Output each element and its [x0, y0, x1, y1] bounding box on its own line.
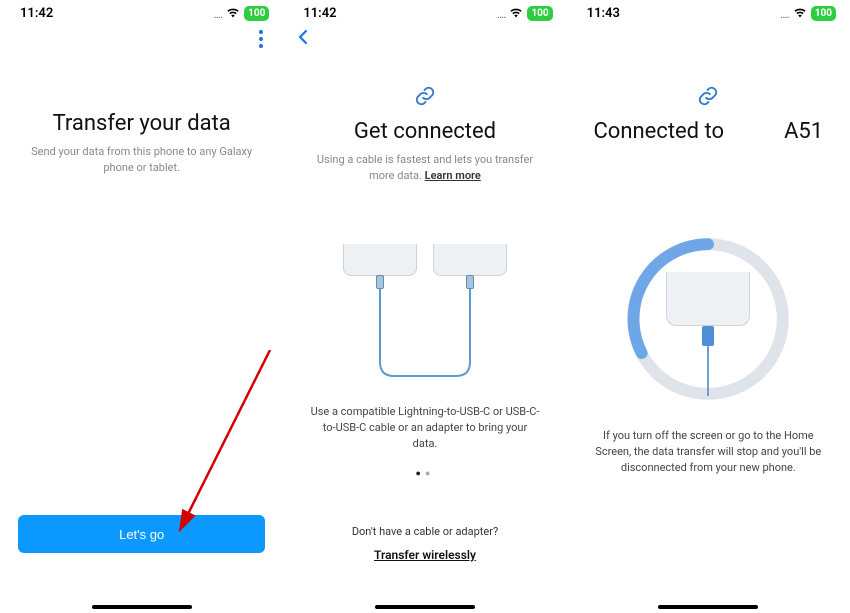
status-time: 11:43 — [587, 6, 620, 21]
page-indicator: ●● — [283, 468, 566, 479]
warning-caption: If you turn off the screen or go to the … — [567, 418, 850, 476]
page-subtitle: Using a cable is fastest and lets you tr… — [283, 144, 566, 184]
app-bar — [0, 23, 283, 55]
connected-device-name: A51 — [784, 119, 823, 144]
status-time: 11:42 — [303, 6, 336, 21]
page-title: Get connected — [283, 119, 566, 144]
page-subtitle: Send your data from this phone to any Ga… — [0, 136, 283, 176]
page-title: Transfer your data — [0, 111, 283, 136]
wifi-icon — [509, 7, 523, 21]
home-indicator[interactable] — [375, 605, 475, 609]
screen-transfer: 11:42 .... 100 Transfer your data Send y… — [0, 0, 283, 613]
battery-icon: 100 — [811, 6, 836, 21]
status-bar: 11:42 .... 100 — [0, 0, 283, 23]
cable-illustration — [315, 244, 535, 394]
battery-icon: 100 — [527, 6, 552, 21]
app-bar — [283, 23, 566, 55]
page-title: Connected to A51 — [567, 119, 850, 144]
app-bar — [567, 23, 850, 55]
bottom-question: Don't have a cable or adapter? — [283, 525, 566, 538]
home-indicator[interactable] — [658, 605, 758, 609]
learn-more-link[interactable]: Learn more — [425, 169, 481, 182]
progress-illustration — [623, 234, 793, 404]
cellular-icon: .... — [780, 7, 789, 21]
link-icon — [283, 85, 566, 111]
wifi-icon — [793, 7, 807, 21]
illustration-caption: Use a compatible Lightning-to-USB-C or U… — [283, 394, 566, 452]
connected-to-label: Connected to — [593, 119, 724, 144]
status-time: 11:42 — [20, 6, 53, 21]
link-icon — [567, 85, 850, 111]
screen-get-connected: 11:42 .... 100 Get connected Using a cab… — [283, 0, 566, 613]
wifi-icon — [226, 7, 240, 21]
battery-icon: 100 — [244, 6, 269, 21]
cellular-icon: .... — [497, 7, 506, 21]
home-indicator[interactable] — [92, 605, 192, 609]
status-bar: 11:42 .... 100 — [283, 0, 566, 23]
screen-connected: 11:43 .... 100 Connected to A51 — [567, 0, 850, 613]
more-icon[interactable] — [251, 29, 271, 49]
cellular-icon: .... — [213, 7, 222, 21]
status-bar: 11:43 .... 100 — [567, 0, 850, 23]
back-icon[interactable] — [295, 29, 311, 49]
transfer-wirelessly-link[interactable]: Transfer wirelessly — [374, 548, 476, 562]
lets-go-button[interactable]: Let's go — [18, 515, 265, 553]
